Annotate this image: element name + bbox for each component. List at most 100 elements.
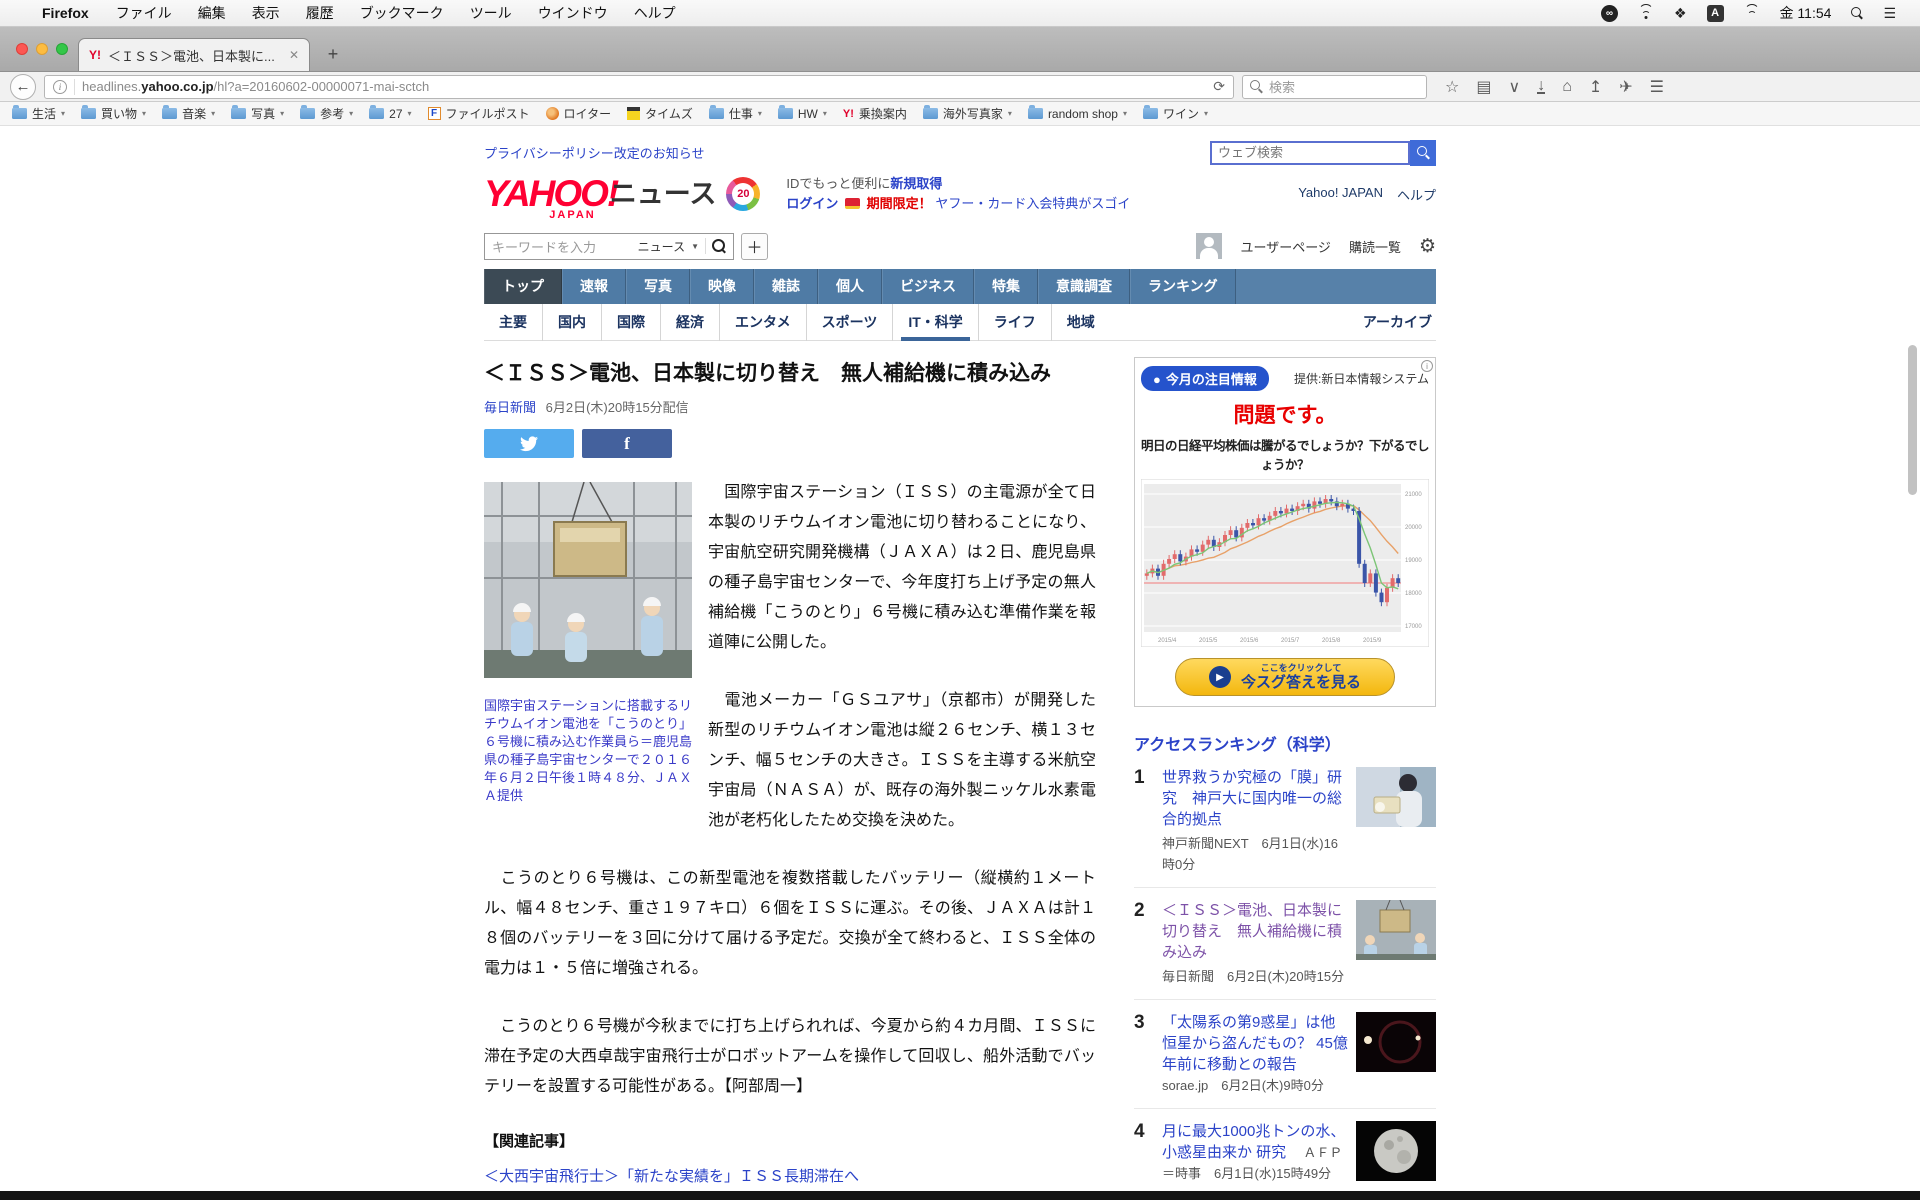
subnav-life[interactable]: ライフ bbox=[978, 304, 1051, 341]
browser-tab[interactable]: Y! ＜ＩＳＳ＞電池、日本製に... ✕ bbox=[78, 38, 310, 71]
bookmark-folder-27[interactable]: 27▾ bbox=[369, 107, 411, 121]
hamburger-menu-icon[interactable]: ☰ bbox=[1650, 77, 1664, 97]
ranking-link[interactable]: 世界救うか究極の「膜」研究 神戸大に国内唯一の総合的拠点 bbox=[1162, 769, 1342, 828]
bookmark-folder-photo[interactable]: 写真▾ bbox=[231, 105, 284, 122]
menu-edit[interactable]: 編集 bbox=[198, 3, 226, 23]
bookmarks-panel-icon[interactable]: ▤ bbox=[1476, 77, 1491, 97]
menu-tools[interactable]: ツール bbox=[470, 3, 512, 23]
nav-tab-magazine[interactable]: 雑誌 bbox=[754, 269, 818, 304]
bookmark-folder-shopping[interactable]: 買い物▾ bbox=[81, 105, 146, 122]
ranking-link[interactable]: ＜ＩＳＳ＞電池、日本製に切り替え 無人補給機に積み込み bbox=[1162, 902, 1342, 961]
menu-history[interactable]: 履歴 bbox=[306, 3, 334, 23]
facebook-share-button[interactable]: f bbox=[582, 429, 672, 458]
send-tab-icon[interactable]: ✈ bbox=[1619, 77, 1632, 97]
menu-file[interactable]: ファイル bbox=[116, 3, 172, 23]
bookmark-folder-random-shop[interactable]: random shop▾ bbox=[1028, 107, 1127, 121]
ranking-link[interactable]: 「太陽系の第9惑星」は他恒星から盗んだもの？ 45億年前に移動との報告 bbox=[1162, 1014, 1348, 1073]
bookmark-times[interactable]: タイムズ bbox=[627, 105, 693, 122]
menu-app-name[interactable]: Firefox bbox=[42, 5, 89, 21]
twitter-share-button[interactable] bbox=[484, 429, 574, 458]
subnav-it-science[interactable]: IT・科学 bbox=[892, 304, 977, 341]
menu-view[interactable]: 表示 bbox=[252, 3, 280, 23]
zoom-window-button[interactable] bbox=[56, 43, 68, 55]
back-button[interactable]: ← bbox=[10, 74, 36, 100]
card-promo-link[interactable]: ヤフー・カード入会特典がスゴイ bbox=[935, 196, 1130, 211]
dropbox-icon[interactable]: ❖ bbox=[1674, 5, 1687, 22]
menu-window[interactable]: ウインドウ bbox=[538, 3, 608, 23]
menu-help[interactable]: ヘルプ bbox=[634, 3, 676, 23]
input-source-icon[interactable]: A bbox=[1707, 5, 1724, 22]
creative-cloud-icon[interactable]: ∞ bbox=[1601, 5, 1618, 22]
downloads-icon[interactable]: ↓ bbox=[1537, 80, 1545, 94]
privacy-policy-link[interactable]: プライバシーポリシー改定のお知らせ bbox=[484, 143, 704, 162]
bookmark-folder-life[interactable]: 生活▾ bbox=[12, 105, 65, 122]
tab-close-icon[interactable]: ✕ bbox=[289, 48, 299, 62]
bookmark-transit[interactable]: Y!乗換案内 bbox=[843, 105, 907, 122]
yahoo-news-logo[interactable]: YAHOO! JAPAN ニュース bbox=[484, 179, 716, 209]
search-scope[interactable]: ニュース bbox=[638, 238, 685, 255]
bookmark-folder-hw[interactable]: HW▾ bbox=[778, 107, 827, 121]
subnav-local[interactable]: 地域 bbox=[1051, 304, 1110, 341]
bookmark-folder-wine[interactable]: ワイン▾ bbox=[1143, 105, 1208, 122]
subnav-domestic[interactable]: 国内 bbox=[542, 304, 601, 341]
user-page-link[interactable]: ユーザーページ bbox=[1240, 237, 1330, 256]
subnav-main[interactable]: 主要 bbox=[484, 304, 542, 341]
notification-center-icon[interactable]: ☰ bbox=[1883, 5, 1896, 22]
nav-tab-feature[interactable]: 特集 bbox=[974, 269, 1038, 304]
article-source-link[interactable]: 毎日新聞 bbox=[484, 400, 536, 415]
bookmark-star-icon[interactable]: ☆ bbox=[1445, 77, 1459, 97]
article-photo[interactable] bbox=[484, 482, 692, 678]
ranking-thumbnail[interactable] bbox=[1356, 767, 1436, 827]
ranking-thumbnail[interactable] bbox=[1356, 1012, 1436, 1072]
ad-box[interactable]: i ●今月の注目情報 提供:新日本情報システム 問題です。 明日の日経平均株価は… bbox=[1134, 357, 1436, 707]
bookmark-reuters[interactable]: ロイター bbox=[546, 105, 612, 122]
ad-answer-button[interactable]: ▶ ここをクリックして 今スグ答えを見る bbox=[1175, 658, 1395, 696]
news-search-button[interactable] bbox=[712, 239, 726, 253]
help-link[interactable]: ヘルプ bbox=[1397, 185, 1436, 204]
spotlight-icon[interactable] bbox=[1851, 7, 1863, 19]
subscription-list-link[interactable]: 購読一覧 bbox=[1349, 237, 1401, 256]
yahoo-japan-link[interactable]: Yahoo! JAPAN bbox=[1298, 185, 1383, 204]
web-search-input[interactable] bbox=[1210, 141, 1410, 165]
nav-tab-personal[interactable]: 個人 bbox=[818, 269, 882, 304]
bookmark-filepost[interactable]: Fファイルポスト bbox=[428, 105, 530, 122]
menu-bookmarks[interactable]: ブックマーク bbox=[360, 3, 444, 23]
nav-tab-poll[interactable]: 意識調査 bbox=[1038, 269, 1130, 304]
nav-tab-ranking[interactable]: ランキング bbox=[1130, 269, 1236, 304]
subnav-archive[interactable]: アーカイブ bbox=[1363, 312, 1436, 332]
reload-icon[interactable]: ⟳ bbox=[1213, 78, 1225, 95]
nav-tab-business[interactable]: ビジネス bbox=[882, 269, 974, 304]
web-search-button[interactable] bbox=[1410, 140, 1436, 166]
nav-tab-flash[interactable]: 速報 bbox=[562, 269, 626, 304]
bookmark-folder-music[interactable]: 音楽▾ bbox=[162, 105, 215, 122]
new-tab-button[interactable]: + bbox=[320, 41, 346, 67]
avatar[interactable] bbox=[1196, 233, 1222, 259]
minimize-window-button[interactable] bbox=[36, 43, 48, 55]
ad-info-icon[interactable]: i bbox=[1421, 360, 1433, 372]
nav-tab-video[interactable]: 映像 bbox=[690, 269, 754, 304]
news-search-box[interactable]: キーワードを入力 ニュース ▼ bbox=[484, 233, 734, 260]
share-icon[interactable]: ↥ bbox=[1589, 77, 1602, 97]
add-search-button[interactable]: ＋ bbox=[741, 233, 768, 260]
bookmark-folder-reference[interactable]: 参考▾ bbox=[300, 105, 353, 122]
register-link[interactable]: 新規取得 bbox=[890, 176, 942, 191]
wifi-icon[interactable] bbox=[1744, 7, 1760, 19]
url-bar[interactable]: i headlines.yahoo.co.jp/hl?a=20160602-00… bbox=[44, 75, 1234, 99]
browser-search-box[interactable]: 検索 bbox=[1242, 75, 1427, 99]
subnav-economy[interactable]: 経済 bbox=[660, 304, 719, 341]
scrollbar-thumb[interactable] bbox=[1908, 345, 1917, 495]
photo-caption[interactable]: 国際宇宙ステーションに搭載するリチウムイオン電池を「こうのとり」６号機に積み込む… bbox=[484, 697, 692, 805]
page-info-icon[interactable]: i bbox=[53, 80, 67, 94]
bookmark-folder-work[interactable]: 仕事▾ bbox=[709, 105, 762, 122]
menubar-clock[interactable]: 金 11:54 bbox=[1780, 3, 1832, 23]
airdrop-icon[interactable] bbox=[1638, 7, 1654, 19]
subnav-sports[interactable]: スポーツ bbox=[806, 304, 893, 341]
gear-icon[interactable]: ⚙ bbox=[1419, 235, 1436, 258]
home-icon[interactable]: ⌂ bbox=[1562, 78, 1572, 96]
ranking-heading[interactable]: アクセスランキング（科学） bbox=[1134, 731, 1436, 755]
pocket-icon[interactable]: ∨ bbox=[1508, 77, 1520, 97]
nav-tab-photo[interactable]: 写真 bbox=[626, 269, 690, 304]
subnav-world[interactable]: 国際 bbox=[601, 304, 660, 341]
subnav-entertainment[interactable]: エンタメ bbox=[719, 304, 806, 341]
ranking-thumbnail[interactable] bbox=[1356, 900, 1436, 960]
